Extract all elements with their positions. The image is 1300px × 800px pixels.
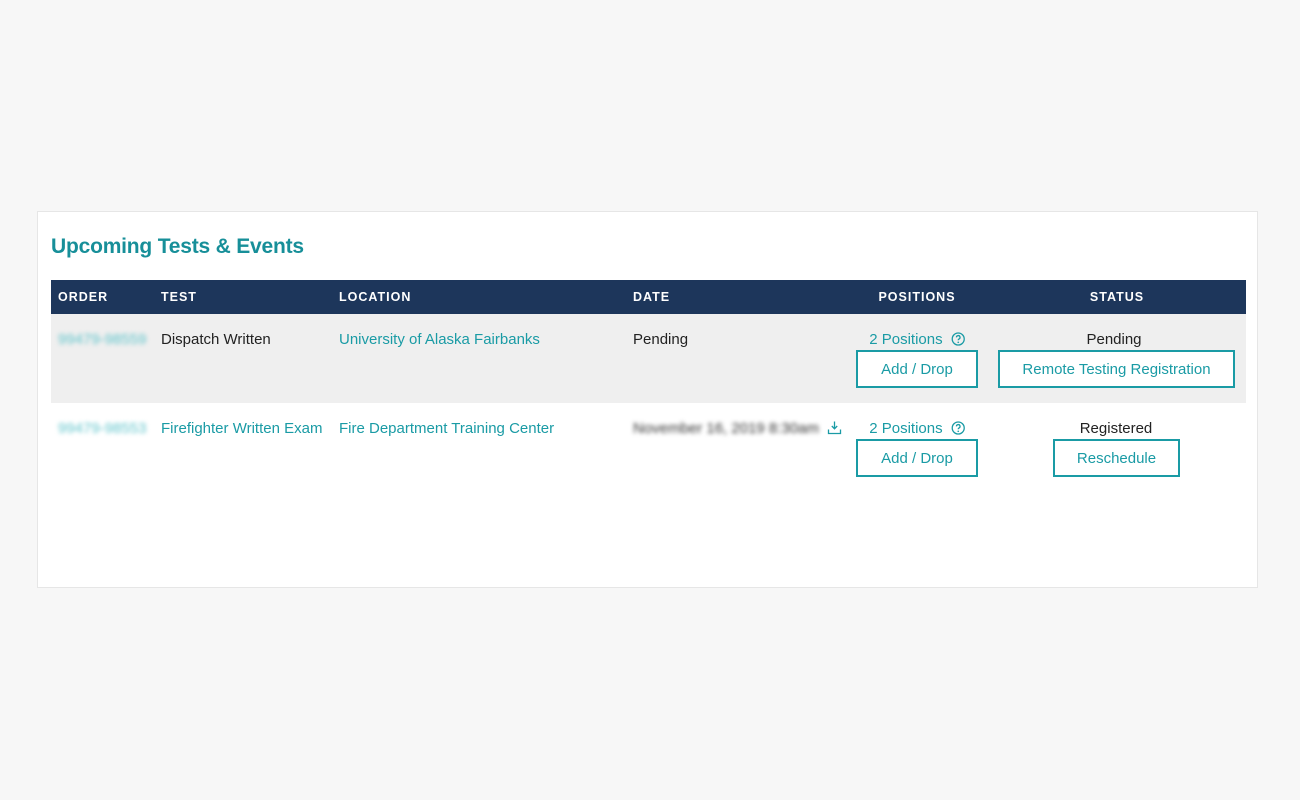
remote-testing-registration-button[interactable]: Remote Testing Registration xyxy=(998,350,1235,388)
header-location: LOCATION xyxy=(339,290,412,304)
section-title: Upcoming Tests & Events xyxy=(51,235,304,258)
table-row: 99479-98559 Dispatch Written University … xyxy=(51,314,1246,403)
date-cell: November 16, 2019 8:30am xyxy=(633,420,842,439)
table-header: ORDER TEST LOCATION DATE POSITIONS STATU… xyxy=(51,280,1246,314)
positions-link[interactable]: 2 Positions xyxy=(869,331,942,348)
order-number-link[interactable]: 99479-98559 xyxy=(58,331,146,348)
add-drop-button[interactable]: Add / Drop xyxy=(856,350,978,388)
date-text: Pending xyxy=(633,331,689,348)
status-text: Registered xyxy=(1079,420,1153,437)
order-number-link[interactable]: 99479-98553 xyxy=(58,420,146,437)
header-status: STATUS xyxy=(1089,290,1145,304)
test-name: Dispatch Written xyxy=(161,331,271,348)
add-drop-button[interactable]: Add / Drop xyxy=(856,439,978,477)
location-link[interactable]: University of Alaska Fairbanks xyxy=(339,331,540,348)
header-date: DATE xyxy=(633,290,671,304)
status-text: Pending xyxy=(1086,331,1142,348)
location-link[interactable]: Fire Department Training Center xyxy=(339,420,554,437)
reschedule-button[interactable]: Reschedule xyxy=(1053,439,1180,477)
positions-link[interactable]: 2 Positions xyxy=(869,420,942,437)
upcoming-tests-card: Upcoming Tests & Events ORDER TEST LOCAT… xyxy=(37,211,1258,588)
header-test: TEST xyxy=(161,290,197,304)
download-icon[interactable] xyxy=(827,420,842,439)
header-order: ORDER xyxy=(58,290,109,304)
test-name-link[interactable]: Firefighter Written Exam xyxy=(161,420,322,437)
date-text: November 16, 2019 8:30am xyxy=(633,420,819,437)
header-positions: POSITIONS xyxy=(878,290,956,304)
positions-cell: 2 Positions xyxy=(869,331,965,350)
help-circle-icon[interactable] xyxy=(951,421,965,439)
table-row: 99479-98553 Firefighter Written Exam Fir… xyxy=(51,403,1246,492)
positions-cell: 2 Positions xyxy=(869,420,965,439)
help-circle-icon[interactable] xyxy=(951,332,965,350)
